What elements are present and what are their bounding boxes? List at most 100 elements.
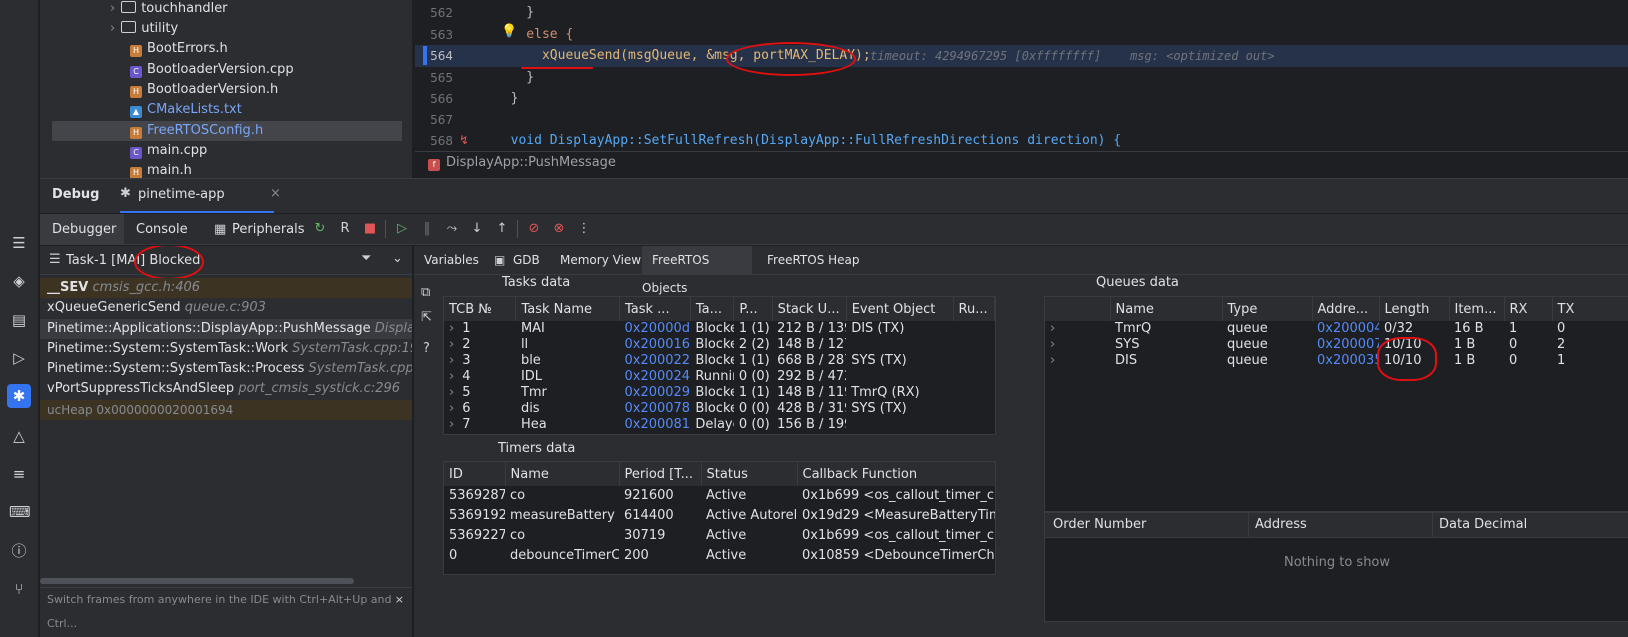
frame-row[interactable]: Pinetime::System::SystemTask::Work Syste… [40,339,412,359]
services-icon[interactable]: ▤ [9,310,29,330]
column-header[interactable]: RX [1504,297,1553,321]
expand-chevron-icon[interactable]: › [449,321,454,336]
pause-icon[interactable]: ‖ [419,221,435,237]
breadcrumb[interactable]: f DisplayApp::PushMessage [415,151,1628,174]
expand-chevron-icon[interactable]: › [449,401,454,416]
run-icon[interactable]: ▷ [9,348,29,368]
expand-chevron-icon[interactable]: › [449,337,454,352]
frame-row[interactable]: ucHeap 0x0000000020001694 [40,400,412,420]
table-row[interactable]: 53691922 measureBattery 614400 Active Autor… [444,506,995,526]
expand-chevron-icon[interactable]: › [1050,353,1055,368]
frame-row[interactable]: __SEV cmsis_gcc.h:406 [40,278,412,298]
close-icon[interactable]: × [395,588,404,612]
table-row[interactable]: ›1MAI0x20000dBlocke1 (1)212 B / 1392DIS … [444,321,995,337]
tab-peripherals[interactable]: Peripherals [232,222,305,237]
layers-icon[interactable]: ◈ [9,271,29,291]
tab-variables[interactable]: Variables [424,246,479,274]
tree-item-main-h[interactable]: Hmain.h [130,161,192,178]
todo-icon[interactable]: ≡ [9,464,29,484]
table-row[interactable]: ›5Tmr0x200029Blocke1 (1)148 B / 1192TmrQ… [444,385,995,401]
tree-item-touchhandler[interactable]: › touchhandler [110,0,228,19]
table-row[interactable]: ›7Hea0x200081Delaye0 (0)156 B / 1992 [444,417,995,433]
column-header[interactable]: Name [505,462,620,486]
column-header[interactable]: Task Name [515,297,620,321]
tab-console[interactable]: Console [136,222,188,237]
restart-icon[interactable]: R [337,221,353,237]
view-breakpoints-icon[interactable]: ⊘ [526,221,542,237]
table-row[interactable]: › SYS queue 0x200007 10/10 1 B 0 2 [1045,337,1628,353]
tab-freertos-objects[interactable]: FreeRTOS Objects [642,246,752,295]
thread-selector[interactable]: ☰ Task-1 [MAI] Blocked ⏷ ⌄ [40,246,412,275]
column-header[interactable]: Event Object [846,297,954,321]
chevron-down-icon[interactable]: ⌄ [392,251,403,266]
column-header[interactable]: Order Number [1053,517,1146,532]
tree-item-bootloaderversion-cpp[interactable]: C BootloaderVersion.cpp [130,60,294,80]
column-header[interactable]: P... [733,297,773,321]
table-row[interactable]: ›4IDL0x200024Runnin0 (0)292 B / 472 [444,369,995,385]
expand-chevron-icon[interactable]: › [1050,321,1055,336]
column-header[interactable]: Addre... [1312,297,1380,321]
tree-item-booterrors-h[interactable]: H BootErrors.h [130,39,228,59]
frame-row-selected[interactable]: Pinetime::Applications::DisplayApp::Push… [40,319,412,339]
step-out-icon[interactable]: ↑ [494,221,510,237]
tab-freertos-heap[interactable]: FreeRTOS Heap [767,246,860,274]
table-row[interactable]: 53692270 co 30719 Active 0x1b699 <os_callout… [444,526,995,546]
help-icon[interactable]: ? [423,341,430,356]
expand-chevron-icon[interactable]: › [449,353,454,368]
column-header[interactable]: TCB № [444,297,517,321]
table-row[interactable]: 0 debounceTimerCl 200 Active 0x10859 <Deboun… [444,546,995,566]
column-header[interactable]: Period [T... [619,462,702,486]
column-header[interactable]: Stack U... [772,297,847,321]
table-row[interactable]: › 3 ble 0x200022 Blocke 1 (1) 668 B / 287 SYS (… [444,353,995,369]
column-header[interactable]: Length [1379,297,1450,321]
tree-item-main-cpp[interactable]: Cmain.cpp [130,141,207,161]
mute-breakpoints-icon[interactable]: ⊗ [551,221,567,237]
column-header[interactable]: Status [701,462,798,486]
table-row[interactable]: ›6dis0x200078Blocke0 (0)428 B / 3192SYS … [444,401,995,417]
alert-icon[interactable]: ⓘ [9,541,29,561]
table-row[interactable]: ›2ll0x200016Blocke2 (2)148 B / 1272 [444,337,995,353]
tree-item-cmakelists[interactable]: ▲ CMakeLists.txt [130,100,242,120]
tab-gdb[interactable]: GDB [513,246,540,274]
stop-icon[interactable]: ■ [362,221,378,237]
git-icon[interactable]: ⑂ [9,579,29,599]
column-header[interactable]: Ru... [953,297,995,321]
debug-icon[interactable]: ✱ [7,384,31,408]
expand-chevron-icon[interactable]: › [1050,337,1055,352]
frame-row[interactable]: vPortSuppressTicksAndSleep port_cmsis_sy… [40,379,412,399]
tree-item-freertosconfig-h[interactable]: H FreeRTOSConfig.h [52,121,402,141]
tab-pinetime-app[interactable]: ✱ pinetime-app × [120,179,281,213]
override-icon[interactable]: ↯ [459,133,469,147]
column-header[interactable]: TX [1552,297,1628,321]
column-header[interactable]: Item... [1449,297,1505,321]
tab-debugger[interactable]: Debugger [40,214,124,244]
export-icon[interactable]: ⇱ [421,310,432,325]
column-header[interactable] [1045,297,1111,321]
tree-item-bootloaderversion-h[interactable]: H BootloaderVersion.h [130,80,278,100]
table-row[interactable]: 53692878 co 921600 Active 0x1b699 <os_callou… [444,486,995,506]
rerun-icon[interactable]: ↻ [312,221,328,237]
column-header[interactable]: Address [1255,517,1307,532]
column-header[interactable]: Callback Function [797,462,995,486]
close-icon[interactable]: × [270,186,281,201]
table-row[interactable]: › TmrQ queue 0x200004 0/32 16 B 1 0 [1045,321,1628,337]
frame-row[interactable]: xQueueGenericSend queue.c:903 [40,298,412,318]
expand-chevron-icon[interactable]: › [449,369,454,384]
structure-icon[interactable]: ☰ [9,233,29,253]
tree-item-utility[interactable]: › utility [110,19,178,39]
column-header[interactable]: Task ... [619,297,691,321]
more-icon[interactable]: ⋮ [576,221,592,237]
column-header[interactable]: Type [1222,297,1313,321]
expand-chevron-icon[interactable]: › [449,385,454,400]
column-header[interactable]: ID [444,462,506,486]
step-over-icon[interactable]: ⤳ [444,221,460,237]
tab-memory-view[interactable]: Memory View [560,246,641,274]
filter-icon[interactable]: ⏷ [361,251,371,266]
problems-warning-icon[interactable]: △ [9,426,29,446]
horizontal-scrollbar[interactable] [40,578,354,584]
frame-row[interactable]: Pinetime::System::SystemTask::Process Sy… [40,359,412,379]
resume-icon[interactable]: ▷ [394,221,410,237]
copy-icon[interactable]: ⧉ [421,285,430,300]
column-header[interactable]: Name [1110,297,1223,321]
column-header[interactable]: Ta... [690,297,735,321]
